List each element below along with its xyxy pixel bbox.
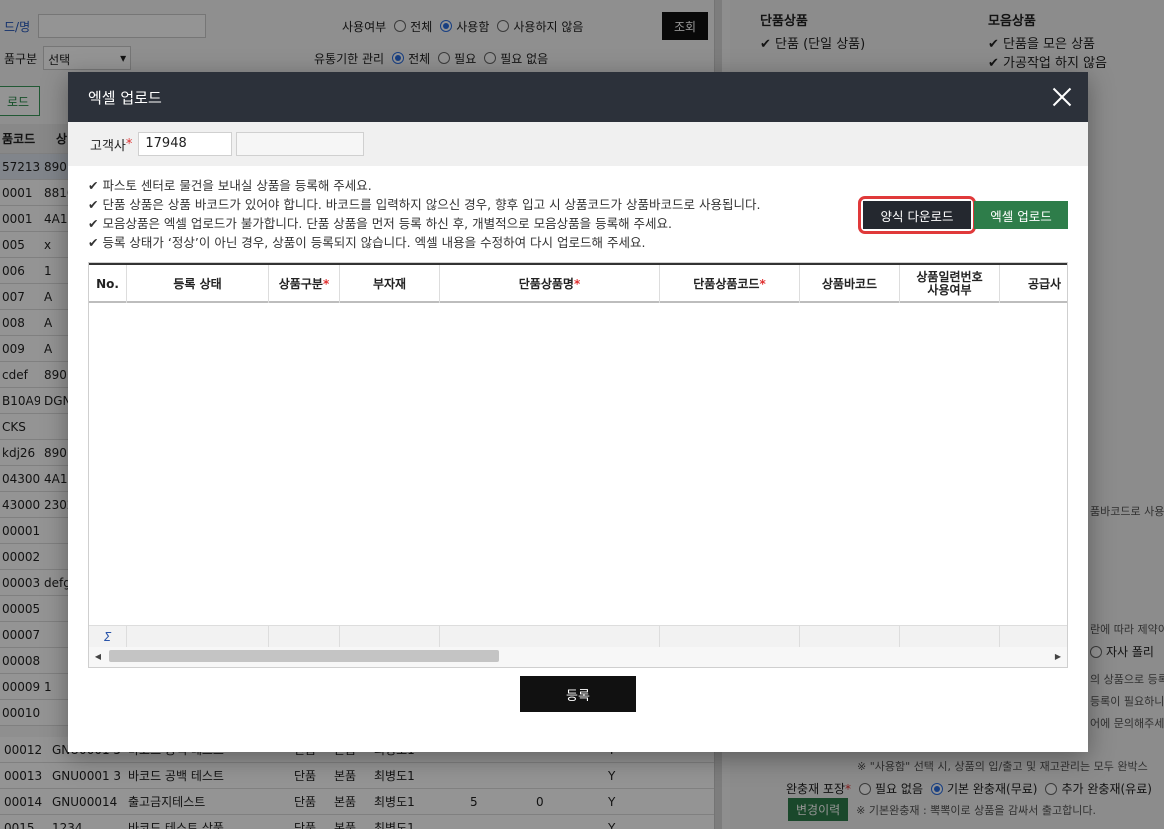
upload-grid: No. 등록 상태 상품구분 * 부자재 단품상품명 * 단품상품코드 * 상품바코드 상품일… <box>88 262 1068 668</box>
grid-summary-cell: Σ <box>89 626 127 648</box>
horizontal-scrollbar[interactable]: ◀ ▶ <box>89 647 1067 667</box>
close-icon[interactable] <box>1050 85 1074 109</box>
grid-summary-cell <box>1000 626 1067 648</box>
register-button[interactable]: 등록 <box>520 676 636 712</box>
excel-upload-button[interactable]: 엑셀 업로드 <box>974 201 1068 229</box>
grid-summary-cell <box>440 626 660 648</box>
client-code-input[interactable]: 17948 <box>138 132 233 156</box>
scroll-right-icon[interactable]: ▶ <box>1052 650 1064 662</box>
note-line: ✔ 파스토 센터로 물건을 보내실 상품을 등록해 주세요. <box>88 178 372 193</box>
grid-column-label: 등록 상태 <box>173 276 222 291</box>
grid-summary-cell <box>340 626 440 648</box>
grid-column-label: 상품일련번호 사용여부 <box>916 270 983 297</box>
required-mark: * <box>322 276 330 291</box>
grid-column-label: 단품상품코드 <box>693 276 760 291</box>
grid-header: No. 등록 상태 상품구분 * 부자재 단품상품명 * 단품상품코드 * 상품바코드 상품일… <box>89 263 1067 303</box>
grid-column-header[interactable]: 등록 상태 <box>127 265 269 303</box>
excel-upload-modal: 엑셀 업로드 고객사 * 17948 ✔ 파스토 센터로 물건을 보내실 상품을 … <box>68 72 1088 752</box>
grid-column-header[interactable]: 상품일련번호 사용여부 <box>900 265 1000 303</box>
grid-column-header[interactable]: 단품상품명 * <box>440 265 660 303</box>
required-mark: * <box>759 276 766 291</box>
grid-column-label: 상품구분 <box>278 276 323 291</box>
upload-notes: ✔ 파스토 센터로 물건을 보내실 상품을 등록해 주세요. ✔ 단품 상품은 … <box>88 176 760 252</box>
grid-column-header[interactable]: 공급사 <box>1000 265 1067 303</box>
required-mark: * <box>125 136 133 152</box>
client-label: 고객사 <box>90 138 126 154</box>
scroll-left-icon[interactable]: ◀ <box>92 650 104 662</box>
grid-summary-row: Σ <box>89 625 1067 648</box>
grid-column-header[interactable]: No. <box>89 265 127 303</box>
note-line: ✔ 등록 상태가 ‘정상’이 아닌 경우, 상품이 등록되지 않습니다. 엑셀 … <box>88 235 646 250</box>
client-name-field <box>236 132 365 156</box>
grid-summary-cell <box>900 626 1000 648</box>
grid-column-header[interactable]: 단품상품코드 * <box>660 265 800 303</box>
modal-title: 엑셀 업로드 <box>88 88 162 107</box>
grid-column-label: 공급사 <box>1027 276 1062 291</box>
grid-column-header[interactable]: 부자재 <box>340 265 440 303</box>
template-download-button[interactable]: 양식 다운로드 <box>863 201 971 229</box>
grid-summary-cell <box>269 626 340 648</box>
scrollbar-thumb[interactable] <box>109 650 499 662</box>
grid-column-label: 단품상품명 <box>518 276 574 291</box>
grid-column-label: 상품바코드 <box>821 276 878 291</box>
grid-column-label: 부자재 <box>372 276 407 291</box>
modal-header: 엑셀 업로드 <box>68 72 1088 122</box>
note-line: ✔ 모음상품은 엑셀 업로드가 불가합니다. 단품 상품을 먼저 등록 하신 후… <box>88 216 673 231</box>
grid-column-header[interactable]: 상품구분 * <box>269 265 340 303</box>
grid-summary-cell <box>660 626 800 648</box>
grid-column-label: No. <box>96 276 119 291</box>
grid-column-header[interactable]: 상품바코드 <box>800 265 900 303</box>
note-line: ✔ 단품 상품은 상품 바코드가 있어야 합니다. 바코드를 입력하지 않으신 … <box>88 197 761 212</box>
client-bar: 고객사 * 17948 <box>68 122 1088 166</box>
grid-summary-cell <box>800 626 900 648</box>
grid-summary-cell <box>127 626 269 648</box>
required-mark: * <box>573 276 581 291</box>
